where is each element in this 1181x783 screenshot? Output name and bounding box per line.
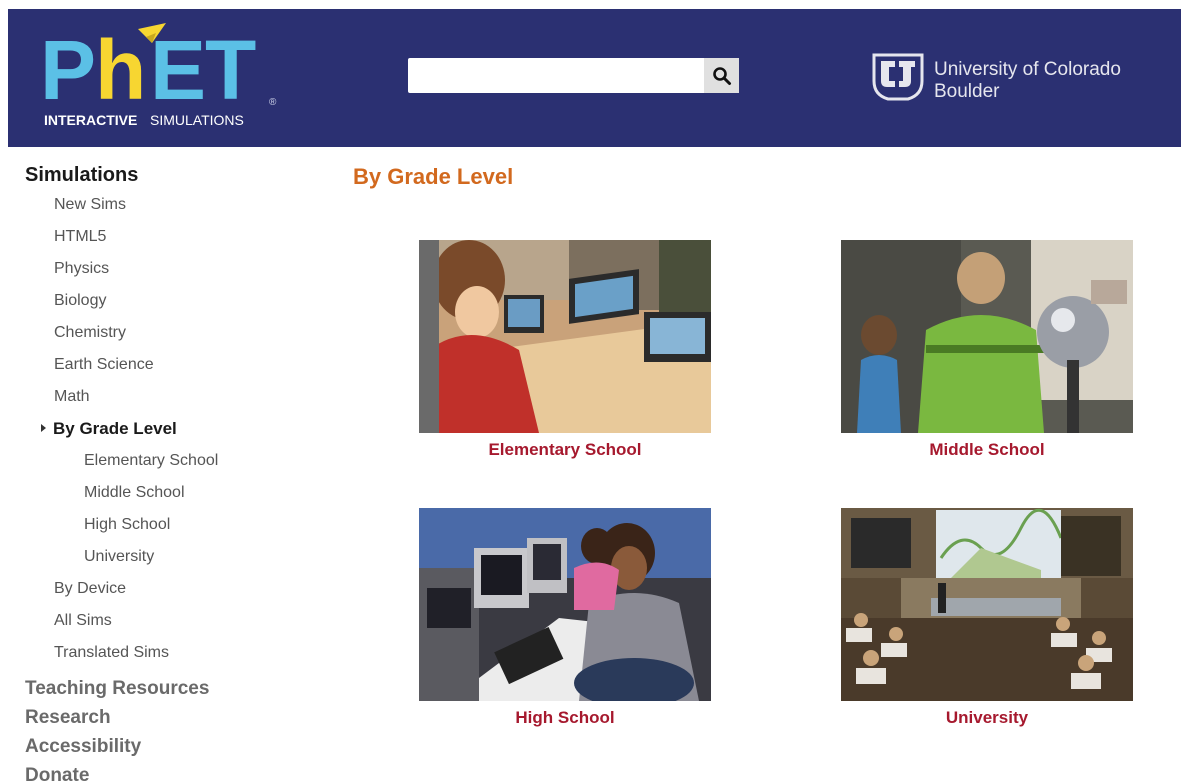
site-header: P h E T ® INTERACTIVE SIMULATIONS Univer… [8,9,1181,147]
sidebar-section-teaching-resources[interactable]: Teaching Resources [25,674,305,703]
sidebar-item-all-sims[interactable]: All Sims [25,610,305,642]
cu-emblem-icon [872,53,924,101]
search-button[interactable] [704,58,739,93]
svg-text:E: E [150,23,206,117]
cu-line2: Boulder [934,81,1000,102]
svg-text:T: T [205,23,256,117]
sidebar-subitem-high[interactable]: High School [25,514,305,546]
university-photo [841,508,1133,701]
sidebar-item-translated-sims[interactable]: Translated Sims [25,642,305,674]
sidebar-nav: Simulations New Sims HTML5 Physics Biolo… [25,160,305,783]
search-icon [712,66,731,85]
sidebar-item-by-grade-level[interactable]: By Grade Level [25,418,305,450]
tile-middle-school[interactable]: Middle School [841,240,1133,460]
expand-triangle-icon [41,423,46,432]
middle-school-photo [841,240,1133,433]
sidebar-item-biology[interactable]: Biology [25,290,305,322]
sidebar-item-physics[interactable]: Physics [25,258,305,290]
tile-university[interactable]: University [841,508,1133,728]
page-title: By Grade Level [353,164,514,189]
svg-text:P: P [40,23,96,117]
tile-elementary-school[interactable]: Elementary School [419,240,711,460]
phet-logo[interactable]: P h E T ® INTERACTIVE SIMULATIONS [38,21,288,133]
tile-high-school[interactable]: High School [419,508,711,728]
sidebar-heading-simulations[interactable]: Simulations [25,160,305,190]
svg-text:®: ® [269,97,277,108]
tile-caption[interactable]: Elementary School [419,440,711,460]
sidebar-item-by-device[interactable]: By Device [25,578,305,610]
svg-text:h: h [95,23,146,117]
sidebar-subitem-university[interactable]: University [25,546,305,578]
sidebar-item-chemistry[interactable]: Chemistry [25,322,305,354]
sidebar-item-earth-science[interactable]: Earth Science [25,354,305,386]
sidebar-item-html5[interactable]: HTML5 [25,226,305,258]
cu-line1: University of Colorado [934,59,1121,80]
cu-boulder-logo[interactable]: University of Colorado Boulder [866,44,1121,114]
svg-text:SIMULATIONS: SIMULATIONS [150,112,244,128]
sidebar-section-research[interactable]: Research [25,703,305,732]
elementary-school-photo [419,240,711,433]
sidebar-section-accessibility[interactable]: Accessibility [25,732,305,761]
tile-caption[interactable]: High School [419,708,711,728]
sidebar-item-math[interactable]: Math [25,386,305,418]
tile-caption[interactable]: Middle School [841,440,1133,460]
sidebar-subitem-elementary[interactable]: Elementary School [25,450,305,482]
cu-wordmark: University of Colorado Boulder [934,59,1121,103]
sidebar-section-donate[interactable]: Donate [25,761,305,783]
svg-text:INTERACTIVE: INTERACTIVE [44,112,137,128]
sidebar-item-new-sims[interactable]: New Sims [25,194,305,226]
tile-caption[interactable]: University [841,708,1133,728]
search-input[interactable] [408,58,704,93]
sidebar-subitem-middle[interactable]: Middle School [25,482,305,514]
high-school-photo [419,508,711,701]
sidebar-item-label: By Grade Level [53,419,177,438]
search-box [408,58,739,93]
